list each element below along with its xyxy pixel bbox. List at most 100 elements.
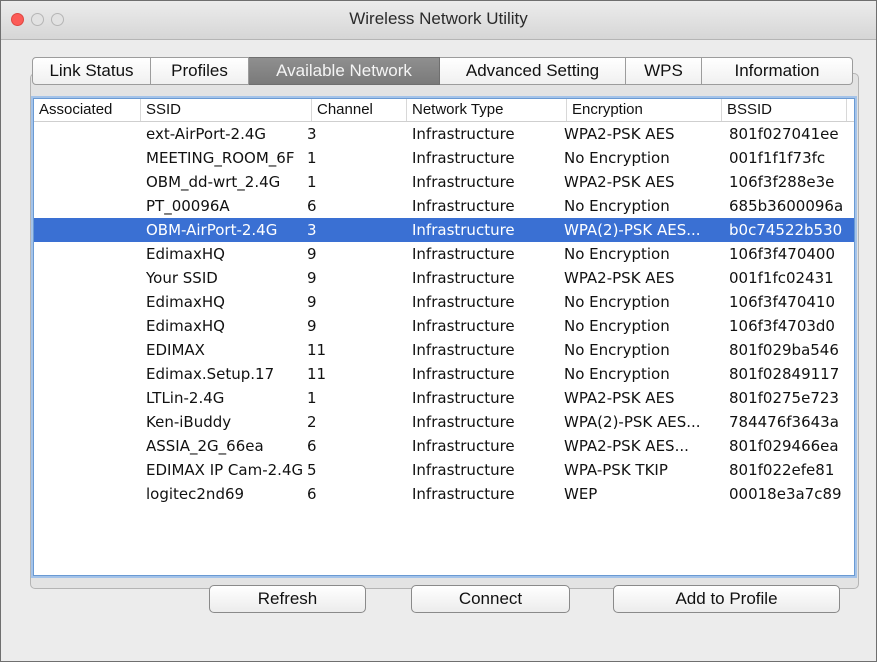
ssid-cell: OBM-AirPort-2.4G [146, 221, 278, 239]
encryption-cell: No Encryption [564, 149, 670, 167]
encryption-cell: WPA(2)-PSK AES... [564, 221, 701, 239]
encryption-cell: WPA-PSK TKIP [564, 461, 668, 479]
bssid-cell: 801f027041ee [729, 125, 839, 143]
column-encryption[interactable]: Encryption [567, 99, 722, 121]
network-type-cell: Infrastructure [412, 197, 515, 215]
window-title: Wireless Network Utility [349, 9, 528, 28]
table-row[interactable]: OBM-AirPort-2.4G 3 Infrastructure WPA(2)-PS… [34, 218, 854, 242]
encryption-cell: WPA2-PSK AES [564, 173, 675, 191]
network-type-cell: Infrastructure [412, 461, 515, 479]
ssid-cell: ext-AirPort-2.4G [146, 125, 267, 143]
bssid-cell: 801f022efe81 [729, 461, 835, 479]
table-row[interactable]: EdimaxHQ 9 Infrastructure No Encryption 106f… [34, 242, 854, 266]
table-header: Associated SSID Channel Network Type Enc… [34, 99, 854, 122]
channel-cell: 11 [307, 365, 327, 383]
encryption-cell: No Encryption [564, 341, 670, 359]
connect-button[interactable]: Connect [411, 585, 570, 613]
ssid-cell: ASSIA_2G_66ea [146, 437, 264, 455]
bssid-cell: b0c74522b530 [729, 221, 843, 239]
network-type-cell: Infrastructure [412, 389, 515, 407]
bssid-cell: 001f1fc02431 [729, 269, 834, 287]
table-row[interactable]: ext-AirPort-2.4G 3 Infrastructure WPA2-PSK … [34, 122, 854, 146]
table-row[interactable]: Ken-iBuddy 2 Infrastructure WPA(2)-PSK AES.… [34, 410, 854, 434]
network-type-cell: Infrastructure [412, 245, 515, 263]
encryption-cell: WPA2-PSK AES... [564, 437, 689, 455]
bssid-cell: 801f0275e723 [729, 389, 839, 407]
ssid-cell: logitec2nd69 [146, 485, 245, 503]
refresh-button[interactable]: Refresh [209, 585, 366, 613]
network-type-cell: Infrastructure [412, 437, 515, 455]
encryption-cell: No Encryption [564, 317, 670, 335]
app-window: Wireless Network Utility Link Status Pro… [0, 0, 877, 662]
encryption-cell: WPA2-PSK AES [564, 389, 675, 407]
channel-cell: 1 [307, 149, 317, 167]
network-type-cell: Infrastructure [412, 221, 515, 239]
ssid-cell: PT_00096A [146, 197, 230, 215]
tab-information[interactable]: Information [702, 57, 853, 85]
network-type-cell: Infrastructure [412, 341, 515, 359]
table-row[interactable]: logitec2nd69 6 Infrastructure WEP 00018e3a7c… [34, 482, 854, 506]
tab-advanced-setting[interactable]: Advanced Setting [440, 57, 626, 85]
title-bar: Wireless Network Utility [1, 1, 876, 40]
bssid-cell: 784476f3643a [729, 413, 839, 431]
channel-cell: 6 [307, 437, 317, 455]
table-row[interactable]: EdimaxHQ 9 Infrastructure No Encryption 106f… [34, 314, 854, 338]
bssid-cell: 00018e3a7c89 [729, 485, 842, 503]
ssid-cell: EDIMAX [146, 341, 205, 359]
bssid-cell: 801f02849117 [729, 365, 840, 383]
network-type-cell: Infrastructure [412, 365, 515, 383]
table-row[interactable]: EDIMAX IP Cam-2.4G 5 Infrastructure WPA-PSK… [34, 458, 854, 482]
network-type-cell: Infrastructure [412, 125, 515, 143]
table-row[interactable]: PT_00096A 6 Infrastructure No Encryption 685… [34, 194, 854, 218]
encryption-cell: No Encryption [564, 365, 670, 383]
column-channel[interactable]: Channel [312, 99, 407, 121]
column-bssid[interactable]: BSSID [722, 99, 847, 121]
channel-cell: 1 [307, 173, 317, 191]
encryption-cell: WPA2-PSK AES [564, 269, 675, 287]
column-associated[interactable]: Associated [34, 99, 141, 121]
encryption-cell: No Encryption [564, 245, 670, 263]
column-network-type[interactable]: Network Type [407, 99, 567, 121]
table-row[interactable]: LTLin-2.4G 1 Infrastructure WPA2-PSK AES 801… [34, 386, 854, 410]
bssid-cell: 106f3f4703d0 [729, 317, 835, 335]
tab-profiles[interactable]: Profiles [151, 57, 249, 85]
network-type-cell: Infrastructure [412, 293, 515, 311]
table-row[interactable]: MEETING_ROOM_6F 1 Infrastructure No Encrypt… [34, 146, 854, 170]
tab-wps[interactable]: WPS [626, 57, 702, 85]
table-row[interactable]: Your SSID 9 Infrastructure WPA2-PSK AES 001f… [34, 266, 854, 290]
table-row[interactable]: EDIMAX 11 Infrastructure No Encryption 801f0… [34, 338, 854, 362]
network-type-cell: Infrastructure [412, 485, 515, 503]
channel-cell: 9 [307, 317, 317, 335]
column-ssid[interactable]: SSID [141, 99, 312, 121]
table-row[interactable]: Edimax.Setup.17 11 Infrastructure No Encryp… [34, 362, 854, 386]
channel-cell: 2 [307, 413, 317, 431]
network-type-cell: Infrastructure [412, 413, 515, 431]
table-row[interactable]: EdimaxHQ 9 Infrastructure No Encryption 106f… [34, 290, 854, 314]
ssid-cell: Edimax.Setup.17 [146, 365, 275, 383]
add-to-profile-button[interactable]: Add to Profile [613, 585, 840, 613]
channel-cell: 6 [307, 485, 317, 503]
ssid-cell: Ken-iBuddy [146, 413, 232, 431]
bssid-cell: 801f029466ea [729, 437, 839, 455]
network-list[interactable]: Associated SSID Channel Network Type Enc… [33, 98, 855, 576]
bssid-cell: 106f3f470400 [729, 245, 835, 263]
encryption-cell: WPA(2)-PSK AES... [564, 413, 701, 431]
ssid-cell: EdimaxHQ [146, 245, 225, 263]
encryption-cell: No Encryption [564, 197, 670, 215]
tab-available-network[interactable]: Available Network [249, 57, 440, 85]
channel-cell: 3 [307, 221, 317, 239]
tab-link-status[interactable]: Link Status [32, 57, 151, 85]
channel-cell: 5 [307, 461, 317, 479]
bssid-cell: 685b3600096a [729, 197, 844, 215]
table-row[interactable]: OBM_dd-wrt_2.4G 1 Infrastructure WPA2-PSK A… [34, 170, 854, 194]
bssid-cell: 106f3f288e3e [729, 173, 835, 191]
ssid-cell: EdimaxHQ [146, 317, 225, 335]
table-row[interactable]: ASSIA_2G_66ea 6 Infrastructure WPA2-PSK AES… [34, 434, 854, 458]
encryption-cell: No Encryption [564, 293, 670, 311]
channel-cell: 9 [307, 293, 317, 311]
channel-cell: 11 [307, 341, 327, 359]
tab-bar: Link Status Profiles Available Network A… [32, 57, 853, 85]
encryption-cell: WEP [564, 485, 598, 503]
channel-cell: 1 [307, 389, 317, 407]
network-type-cell: Infrastructure [412, 317, 515, 335]
